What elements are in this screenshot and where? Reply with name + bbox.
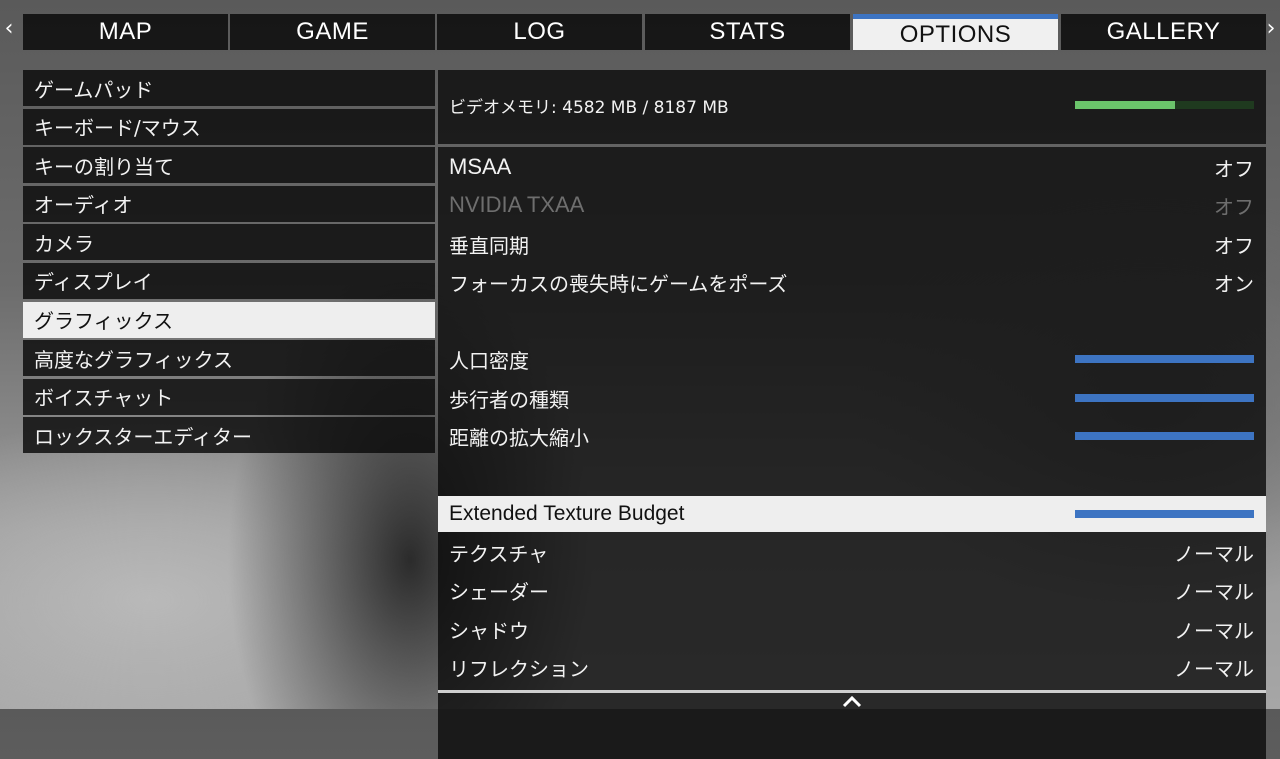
graphics-settings-panel: ビデオメモリ: 4582 MB / 8187 MB MSAA オフ NVIDIA… bbox=[438, 70, 1266, 759]
distance-scaling-slider[interactable] bbox=[1075, 432, 1254, 440]
sidebar-item-graphics[interactable]: グラフィックス bbox=[23, 301, 435, 338]
sidebar-item-advanced-graphics[interactable]: 高度なグラフィックス bbox=[23, 340, 435, 377]
sidebar-item-voice-chat[interactable]: ボイスチャット bbox=[23, 378, 435, 415]
setting-row-msaa[interactable]: MSAA オフ bbox=[438, 149, 1266, 185]
population-density-slider[interactable] bbox=[1075, 355, 1254, 363]
setting-label: 歩行者の種類 bbox=[449, 387, 569, 412]
setting-value: オフ bbox=[1214, 156, 1254, 181]
sidebar-item-key-bindings[interactable]: キーの割り当て bbox=[23, 147, 435, 184]
setting-value: オフ bbox=[1214, 194, 1254, 219]
settings-list: MSAA オフ NVIDIA TXAA オフ 垂直同期 オフ フォーカスの喪失時… bbox=[438, 147, 1266, 759]
setting-value: ノーマル bbox=[1174, 541, 1254, 566]
setting-row-texture-quality[interactable]: テクスチャ ノーマル bbox=[438, 534, 1266, 570]
tab-map[interactable]: MAP bbox=[23, 14, 228, 50]
setting-label: Extended Texture Budget bbox=[449, 502, 685, 525]
setting-value: ノーマル bbox=[1174, 656, 1254, 681]
tab-game[interactable]: GAME bbox=[230, 14, 435, 50]
setting-row-nvidia-txaa: NVIDIA TXAA オフ bbox=[438, 187, 1266, 223]
top-navigation: ‹ MAP GAME LOG STATS OPTIONS GALLERY › bbox=[0, 0, 1280, 52]
tab-log[interactable]: LOG bbox=[437, 14, 642, 50]
nav-right-arrow-icon[interactable]: › bbox=[1262, 14, 1280, 44]
sidebar-item-audio[interactable]: オーディオ bbox=[23, 185, 435, 222]
setting-label: シェーダー bbox=[449, 579, 549, 604]
nav-left-arrow-icon[interactable]: ‹ bbox=[0, 14, 18, 44]
scroll-up-icon[interactable] bbox=[840, 694, 864, 714]
sidebar-item-display[interactable]: ディスプレイ bbox=[23, 262, 435, 299]
setting-label: 距離の拡大縮小 bbox=[449, 425, 589, 450]
extended-texture-budget-slider[interactable] bbox=[1075, 510, 1254, 518]
list-divider bbox=[438, 690, 1266, 693]
setting-row-vsync[interactable]: 垂直同期 オフ bbox=[438, 226, 1266, 262]
setting-row-population-variety[interactable]: 歩行者の種類 bbox=[438, 380, 1266, 416]
sidebar-item-gamepad[interactable]: ゲームパッド bbox=[23, 70, 435, 106]
setting-row-shader-quality[interactable]: シェーダー ノーマル bbox=[438, 572, 1266, 608]
setting-label: フォーカスの喪失時にゲームをポーズ bbox=[449, 271, 788, 296]
video-memory-bar-fill bbox=[1075, 101, 1176, 109]
setting-value: オフ bbox=[1214, 233, 1254, 258]
options-sidebar: ゲームパッド キーボード/マウス キーの割り当て オーディオ カメラ ディスプレ… bbox=[23, 70, 435, 456]
setting-value: オン bbox=[1214, 271, 1254, 296]
sidebar-item-camera[interactable]: カメラ bbox=[23, 224, 435, 261]
setting-label: シャドウ bbox=[449, 618, 529, 643]
population-variety-slider[interactable] bbox=[1075, 394, 1254, 402]
setting-row-population-density[interactable]: 人口密度 bbox=[438, 341, 1266, 377]
video-memory-label: ビデオメモリ: 4582 MB / 8187 MB bbox=[449, 98, 729, 118]
tab-gallery[interactable]: GALLERY bbox=[1061, 14, 1266, 50]
setting-value: ノーマル bbox=[1174, 579, 1254, 604]
tab-stats[interactable]: STATS bbox=[645, 14, 850, 50]
setting-label: リフレクション bbox=[449, 656, 589, 681]
setting-row-shadow-quality[interactable]: シャドウ ノーマル bbox=[438, 611, 1266, 647]
setting-row-extended-texture-budget[interactable]: Extended Texture Budget bbox=[438, 496, 1266, 532]
setting-row-pause-on-focus-loss[interactable]: フォーカスの喪失時にゲームをポーズ オン bbox=[438, 264, 1266, 300]
video-memory-box: ビデオメモリ: 4582 MB / 8187 MB bbox=[438, 70, 1266, 144]
setting-row-reflection-quality[interactable]: リフレクション ノーマル bbox=[438, 649, 1266, 685]
setting-row-distance-scaling[interactable]: 距離の拡大縮小 bbox=[438, 418, 1266, 454]
setting-label: NVIDIA TXAA bbox=[449, 192, 585, 217]
setting-label: 垂直同期 bbox=[449, 233, 529, 258]
sidebar-item-keyboard-mouse[interactable]: キーボード/マウス bbox=[23, 108, 435, 145]
sidebar-item-rockstar-editor[interactable]: ロックスターエディター bbox=[23, 417, 435, 454]
setting-value: ノーマル bbox=[1174, 618, 1254, 643]
setting-label: MSAA bbox=[449, 154, 512, 179]
setting-label: テクスチャ bbox=[449, 541, 549, 566]
video-memory-bar bbox=[1075, 101, 1254, 109]
setting-label: 人口密度 bbox=[449, 348, 529, 373]
tab-options[interactable]: OPTIONS bbox=[853, 14, 1058, 50]
